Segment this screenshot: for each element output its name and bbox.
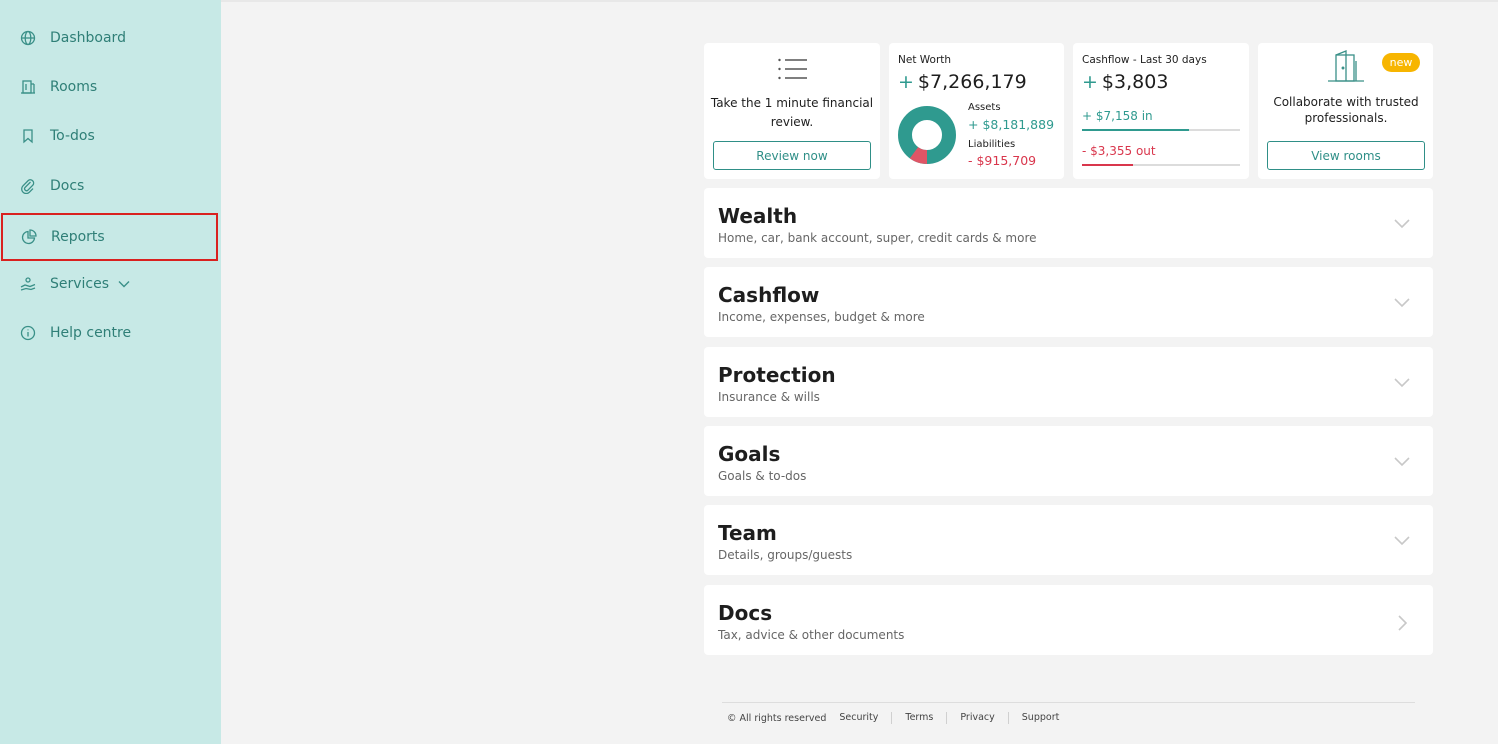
- footer-divider: [722, 702, 1415, 703]
- section-subtitle: Home, car, bank account, super, credit c…: [718, 231, 1037, 245]
- chevron-down-icon[interactable]: [1393, 452, 1411, 470]
- globe-icon: [19, 29, 37, 47]
- footer: © All rights reserved Security Terms Pri…: [727, 712, 1072, 724]
- paperclip-icon: [19, 177, 37, 195]
- cashflow-card[interactable]: Cashflow - Last 30 days + $3,803 + $7,158…: [1073, 43, 1249, 179]
- donut-liabilities-segment: [909, 146, 928, 164]
- section-subtitle: Tax, advice & other documents: [718, 628, 905, 642]
- sidebar-item-dashboard[interactable]: Dashboard: [0, 15, 219, 61]
- sidebar-item-label: Rooms: [50, 79, 98, 95]
- cashflow-out-value: - $3,355: [1082, 144, 1133, 158]
- sidebar-item-label: To-dos: [50, 128, 95, 144]
- footer-link-security[interactable]: Security: [839, 712, 891, 724]
- rooms-card-text: Collaborate with trusted professionals.: [1273, 95, 1419, 125]
- cashflow-out-bar: [1082, 164, 1240, 166]
- footer-link-support[interactable]: Support: [1007, 712, 1073, 724]
- door-icon: [1326, 49, 1366, 83]
- sidebar-item-label: Services: [50, 276, 110, 292]
- cashflow-out: - $3,355 out: [1082, 144, 1156, 158]
- section-subtitle: Goals & to-dos: [718, 469, 807, 483]
- section-title: Cashflow: [718, 283, 820, 307]
- section-wealth[interactable]: Wealth Home, car, bank account, super, c…: [704, 188, 1433, 258]
- top-divider: [221, 0, 1498, 2]
- sidebar-item-reports[interactable]: Reports: [1, 213, 218, 261]
- review-now-button[interactable]: Review now: [713, 141, 871, 170]
- cashflow-value: $3,803: [1101, 71, 1169, 93]
- section-title: Team: [718, 521, 777, 545]
- info-icon: [19, 324, 37, 342]
- bookmark-icon: [19, 127, 37, 145]
- net-worth-sign: +: [898, 71, 914, 93]
- cashflow-sign: +: [1082, 71, 1098, 93]
- view-rooms-button[interactable]: View rooms: [1267, 141, 1425, 170]
- chevron-down-icon[interactable]: [1393, 293, 1411, 311]
- section-docs[interactable]: Docs Tax, advice & other documents: [704, 585, 1433, 655]
- section-subtitle: Insurance & wills: [718, 390, 820, 404]
- cashflow-out-bar-fill: [1082, 164, 1133, 166]
- cashflow-out-word: out: [1135, 144, 1156, 158]
- sidebar-item-label: Docs: [50, 178, 85, 194]
- review-card: Take the 1 minute financial review. Revi…: [704, 43, 880, 179]
- cashflow-in-bar-fill: [1082, 129, 1190, 131]
- cashflow-in-bar: [1082, 129, 1240, 131]
- chevron-down-icon[interactable]: [1393, 373, 1411, 391]
- net-worth-value-row: + $7,266,179: [898, 71, 1027, 93]
- chevron-down-icon[interactable]: [1393, 531, 1411, 549]
- sidebar-item-help-centre[interactable]: Help centre: [0, 310, 219, 356]
- rooms-card: new Collaborate with trusted professiona…: [1258, 43, 1433, 179]
- hand-icon: [19, 275, 37, 293]
- list-icon: [777, 57, 809, 81]
- footer-link-privacy[interactable]: Privacy: [946, 712, 1007, 724]
- footer-link-terms[interactable]: Terms: [891, 712, 946, 724]
- sidebar-item-label: Reports: [51, 229, 105, 245]
- section-title: Goals: [718, 442, 781, 466]
- cashflow-value-row: + $3,803: [1082, 71, 1168, 93]
- sidebar-item-label: Help centre: [50, 325, 132, 341]
- section-subtitle: Income, expenses, budget & more: [718, 310, 925, 324]
- net-worth-label: Net Worth: [898, 54, 952, 66]
- sidebar-item-services[interactable]: Services: [0, 261, 219, 307]
- liabilities-value: - $915,709: [968, 153, 1037, 168]
- cashflow-in: + $7,158 in: [1082, 109, 1153, 123]
- net-worth-card[interactable]: Net Worth + $7,266,179 Assets + $8,181,88…: [889, 43, 1064, 179]
- cashflow-in-word: in: [1141, 109, 1153, 123]
- sidebar-item-label: Dashboard: [50, 30, 126, 46]
- section-protection[interactable]: Protection Insurance & wills: [704, 347, 1433, 417]
- sidebar: Dashboard Rooms To-dos Docs Reports Serv…: [0, 0, 221, 744]
- liabilities-label: Liabilities: [968, 139, 1016, 150]
- net-worth-value: $7,266,179: [917, 71, 1027, 93]
- net-worth-donut-chart: [898, 106, 956, 164]
- section-cashflow[interactable]: Cashflow Income, expenses, budget & more: [704, 267, 1433, 337]
- chevron-down-icon[interactable]: [1393, 214, 1411, 232]
- section-title: Wealth: [718, 204, 798, 228]
- section-team[interactable]: Team Details, groups/guests: [704, 505, 1433, 575]
- chevron-right-icon[interactable]: [1393, 614, 1411, 632]
- section-subtitle: Details, groups/guests: [718, 548, 853, 562]
- section-title: Docs: [718, 601, 773, 625]
- cashflow-in-value: + $7,158: [1082, 109, 1138, 123]
- assets-label: Assets: [968, 102, 1001, 113]
- sidebar-item-docs[interactable]: Docs: [0, 163, 219, 209]
- cashflow-label: Cashflow - Last 30 days: [1082, 54, 1207, 66]
- assets-value: + $8,181,889: [968, 117, 1055, 132]
- review-card-text: Take the 1 minute financial review.: [710, 96, 874, 129]
- sidebar-item-rooms[interactable]: Rooms: [0, 64, 219, 110]
- section-title: Protection: [718, 363, 836, 387]
- sidebar-item-todos[interactable]: To-dos: [0, 113, 219, 159]
- pie-chart-icon: [20, 228, 38, 246]
- chevron-down-icon[interactable]: [117, 277, 131, 291]
- section-goals[interactable]: Goals Goals & to-dos: [704, 426, 1433, 496]
- building-icon: [19, 78, 37, 96]
- new-badge: new: [1382, 53, 1420, 72]
- donut-assets-ring: [898, 106, 956, 164]
- footer-copyright: © All rights reserved: [727, 712, 827, 724]
